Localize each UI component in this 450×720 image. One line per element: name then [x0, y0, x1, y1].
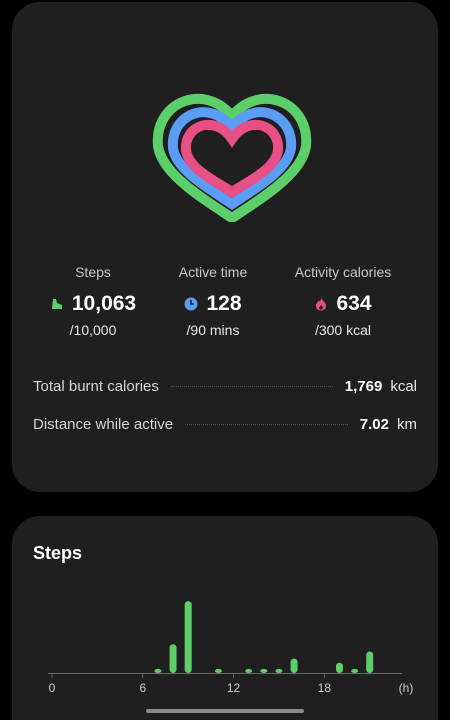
- flame-icon: [316, 298, 327, 311]
- steps-stat-label: Steps: [75, 264, 111, 280]
- clock-icon: [184, 297, 198, 311]
- x-tick-label: 18: [318, 681, 332, 695]
- steps-bar[interactable]: [154, 668, 162, 673]
- x-tick-label: 6: [139, 681, 146, 695]
- active-time-value: 128: [206, 292, 242, 315]
- x-tick-label: 12: [227, 681, 241, 695]
- steps-bar[interactable]: [366, 651, 374, 673]
- steps-hourly-chart: 0 6 12 18 (h): [48, 601, 414, 695]
- total-burnt-calories-row: Total burnt calories 1,769 kcal: [33, 378, 417, 395]
- steps-stat: Steps 10,063 /10,000: [28, 264, 158, 338]
- dotted-leader: [185, 424, 348, 425]
- steps-goal: /10,000: [69, 322, 117, 338]
- steps-bar[interactable]: [351, 668, 359, 673]
- steps-card[interactable]: Steps 0 6 12 18 (h): [12, 516, 438, 720]
- distance-active-value: 7.02: [359, 416, 389, 433]
- activity-summary-card[interactable]: Steps 10,063 /10,000 Active time 128 /90…: [12, 2, 438, 492]
- steps-value: 10,063: [71, 292, 137, 315]
- x-tick-label: 0: [49, 681, 56, 695]
- total-burnt-calories-value: 1,769: [344, 378, 383, 395]
- shoe-icon: [51, 299, 62, 309]
- total-burnt-calories-label: Total burnt calories: [33, 378, 159, 395]
- dotted-leader: [170, 386, 333, 387]
- steps-bar[interactable]: [184, 601, 192, 673]
- steps-bar[interactable]: [260, 668, 268, 673]
- activity-heart-rings: [152, 93, 312, 222]
- steps-bar[interactable]: [335, 662, 343, 673]
- steps-bar[interactable]: [245, 668, 253, 673]
- home-indicator[interactable]: [146, 709, 304, 713]
- total-burnt-calories-unit: kcal: [390, 378, 417, 395]
- active-time-stat: Active time 128 /90 mins: [148, 264, 278, 338]
- active-time-label: Active time: [178, 264, 248, 280]
- activity-calories-goal: /300 kcal: [314, 322, 372, 338]
- distance-active-label: Distance while active: [33, 416, 174, 433]
- steps-bar[interactable]: [169, 644, 177, 673]
- distance-active-unit: km: [397, 416, 417, 433]
- steps-card-title: Steps: [33, 543, 83, 563]
- activity-calories-value: 634: [336, 292, 372, 315]
- activity-calories-label: Activity calories: [294, 264, 392, 280]
- steps-bar[interactable]: [290, 658, 298, 673]
- distance-active-row: Distance while active 7.02 km: [33, 416, 417, 433]
- steps-bar[interactable]: [275, 668, 283, 673]
- x-axis-unit: (h): [399, 681, 414, 695]
- active-time-goal: /90 mins: [186, 322, 240, 338]
- activity-calories-stat: Activity calories 634 /300 kcal: [278, 264, 408, 338]
- steps-bar[interactable]: [214, 668, 222, 673]
